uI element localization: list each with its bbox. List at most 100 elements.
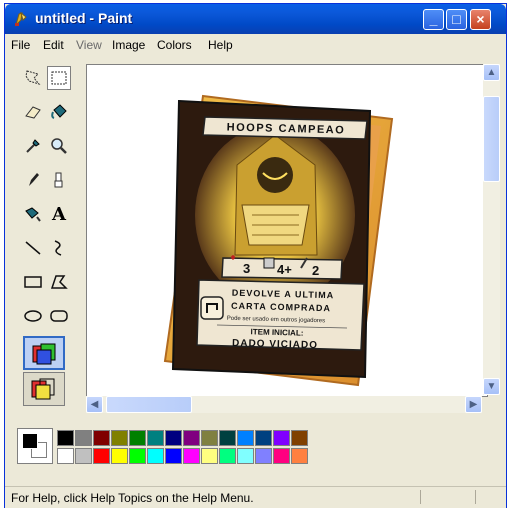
paint-window: untitled - Paint _ □ × File Edit View Im…: [4, 3, 507, 508]
window-title: untitled - Paint: [35, 10, 133, 26]
text-tool[interactable]: A: [47, 202, 71, 226]
maximize-icon: □: [452, 11, 461, 27]
minimize-icon: _: [429, 11, 438, 27]
menu-bar: File Edit View Image Colors Help: [5, 34, 506, 56]
fill-tool[interactable]: [47, 100, 71, 124]
color-swatch[interactable]: [165, 430, 182, 446]
polygon-icon: [50, 275, 68, 289]
line-tool[interactable]: [21, 236, 45, 260]
color-swatch[interactable]: [237, 430, 254, 446]
brush-tool[interactable]: [47, 168, 71, 192]
pencil-tool[interactable]: [21, 168, 45, 192]
rewind-icon: [200, 296, 224, 320]
minimize-button[interactable]: _: [423, 9, 444, 30]
scroll-left-button[interactable]: ◀: [86, 396, 103, 413]
menu-image[interactable]: Image: [112, 38, 145, 52]
airbrush-icon: [25, 207, 41, 222]
close-button[interactable]: ×: [470, 9, 491, 30]
free-form-select-icon: [25, 70, 41, 85]
scroll-right-button[interactable]: ▶: [465, 396, 482, 413]
eraser-tool[interactable]: [21, 100, 45, 124]
vertical-scrollbar[interactable]: ▲ ▼: [483, 64, 500, 395]
menu-view[interactable]: View: [76, 38, 102, 52]
color-swatch[interactable]: [291, 448, 308, 464]
menu-help[interactable]: Help: [208, 38, 233, 52]
select-icon: [51, 71, 67, 85]
airbrush-tool[interactable]: [21, 202, 45, 226]
color-palette: [9, 424, 504, 474]
drawing-canvas[interactable]: HOOPS CAMPEAO 3 4+ 2 DEVOLVE A ULTIMA CA…: [87, 65, 487, 396]
color-swatch[interactable]: [111, 448, 128, 464]
color-swatch[interactable]: [93, 448, 110, 464]
select-tool[interactable]: [47, 66, 71, 90]
color-swatch[interactable]: [183, 448, 200, 464]
transparency-option-transparent[interactable]: [23, 372, 65, 406]
color-swatch[interactable]: [57, 430, 74, 446]
menu-file[interactable]: File: [11, 38, 30, 52]
status-text: For Help, click Help Topics on the Help …: [11, 491, 254, 505]
color-swatch[interactable]: [111, 430, 128, 446]
scroll-down-button[interactable]: ▼: [483, 378, 500, 395]
foreground-color[interactable]: [22, 433, 38, 449]
color-swatch[interactable]: [219, 448, 236, 464]
ellipse-icon: [24, 310, 42, 322]
color-swatch[interactable]: [255, 448, 272, 464]
paint-app-icon: [15, 11, 27, 27]
color-swatch[interactable]: [291, 430, 308, 446]
card-stat-dice: 4+: [277, 262, 292, 277]
pick-color-icon: [26, 139, 40, 153]
color-swatch[interactable]: [183, 430, 200, 446]
free-form-select-tool[interactable]: [21, 66, 45, 90]
color-swatch[interactable]: [273, 448, 290, 464]
fill-with-color-icon: [51, 104, 67, 119]
title-bar[interactable]: untitled - Paint _ □ ×: [5, 4, 506, 34]
ellipse-tool[interactable]: [21, 304, 45, 328]
close-icon: ×: [476, 11, 485, 27]
color-swatch[interactable]: [75, 430, 92, 446]
rounded-rectangle-icon: [50, 310, 68, 322]
color-swatch[interactable]: [147, 430, 164, 446]
transparency-option-opaque[interactable]: [23, 336, 65, 370]
dice-icon: [263, 257, 275, 269]
curve-icon: [54, 240, 62, 256]
pick-color-tool[interactable]: [21, 134, 45, 158]
rounded-rectangle-tool[interactable]: [47, 304, 71, 328]
color-swatch[interactable]: [219, 430, 236, 446]
magnifier-tool[interactable]: [47, 134, 71, 158]
transparent-selection-icon: [31, 378, 55, 400]
toolbox: A: [9, 62, 81, 412]
eraser-icon: [25, 106, 41, 119]
color-swatch[interactable]: [237, 448, 254, 464]
color-swatch[interactable]: [201, 430, 218, 446]
color-swatch[interactable]: [129, 448, 146, 464]
menu-colors[interactable]: Colors: [157, 38, 192, 52]
color-swatch[interactable]: [75, 448, 92, 464]
scroll-up-button[interactable]: ▲: [483, 64, 500, 81]
color-swatch[interactable]: [129, 430, 146, 446]
pencil-icon: [29, 173, 39, 186]
menu-edit[interactable]: Edit: [43, 38, 64, 52]
vertical-scroll-thumb[interactable]: [483, 96, 500, 182]
color-swatch[interactable]: [93, 430, 110, 446]
color-swatch[interactable]: [147, 448, 164, 464]
color-swatch[interactable]: [201, 448, 218, 464]
color-swatch[interactable]: [255, 430, 272, 446]
opaque-selection-icon: [32, 343, 56, 365]
curve-tool[interactable]: [47, 236, 71, 260]
color-swatch[interactable]: [273, 430, 290, 446]
horizontal-scroll-thumb[interactable]: [106, 396, 192, 413]
canvas-scroll-area: HOOPS CAMPEAO 3 4+ 2 DEVOLVE A ULTIMA CA…: [86, 64, 488, 397]
polygon-tool[interactable]: [47, 270, 71, 294]
color-swatch[interactable]: [165, 448, 182, 464]
card-item-label: ITEM INICIAL:: [250, 327, 303, 337]
rectangle-icon: [24, 276, 42, 288]
card-item-name: DADO VICIADO: [232, 338, 318, 351]
magnifier-icon: [51, 138, 67, 154]
status-separator: [420, 490, 421, 504]
horizontal-scrollbar[interactable]: ◀ ▶: [86, 396, 482, 413]
rectangle-tool[interactable]: [21, 270, 45, 294]
line-icon: [25, 241, 41, 255]
status-bar: For Help, click Help Topics on the Help …: [5, 486, 506, 508]
maximize-button[interactable]: □: [446, 9, 467, 30]
color-swatch[interactable]: [57, 448, 74, 464]
